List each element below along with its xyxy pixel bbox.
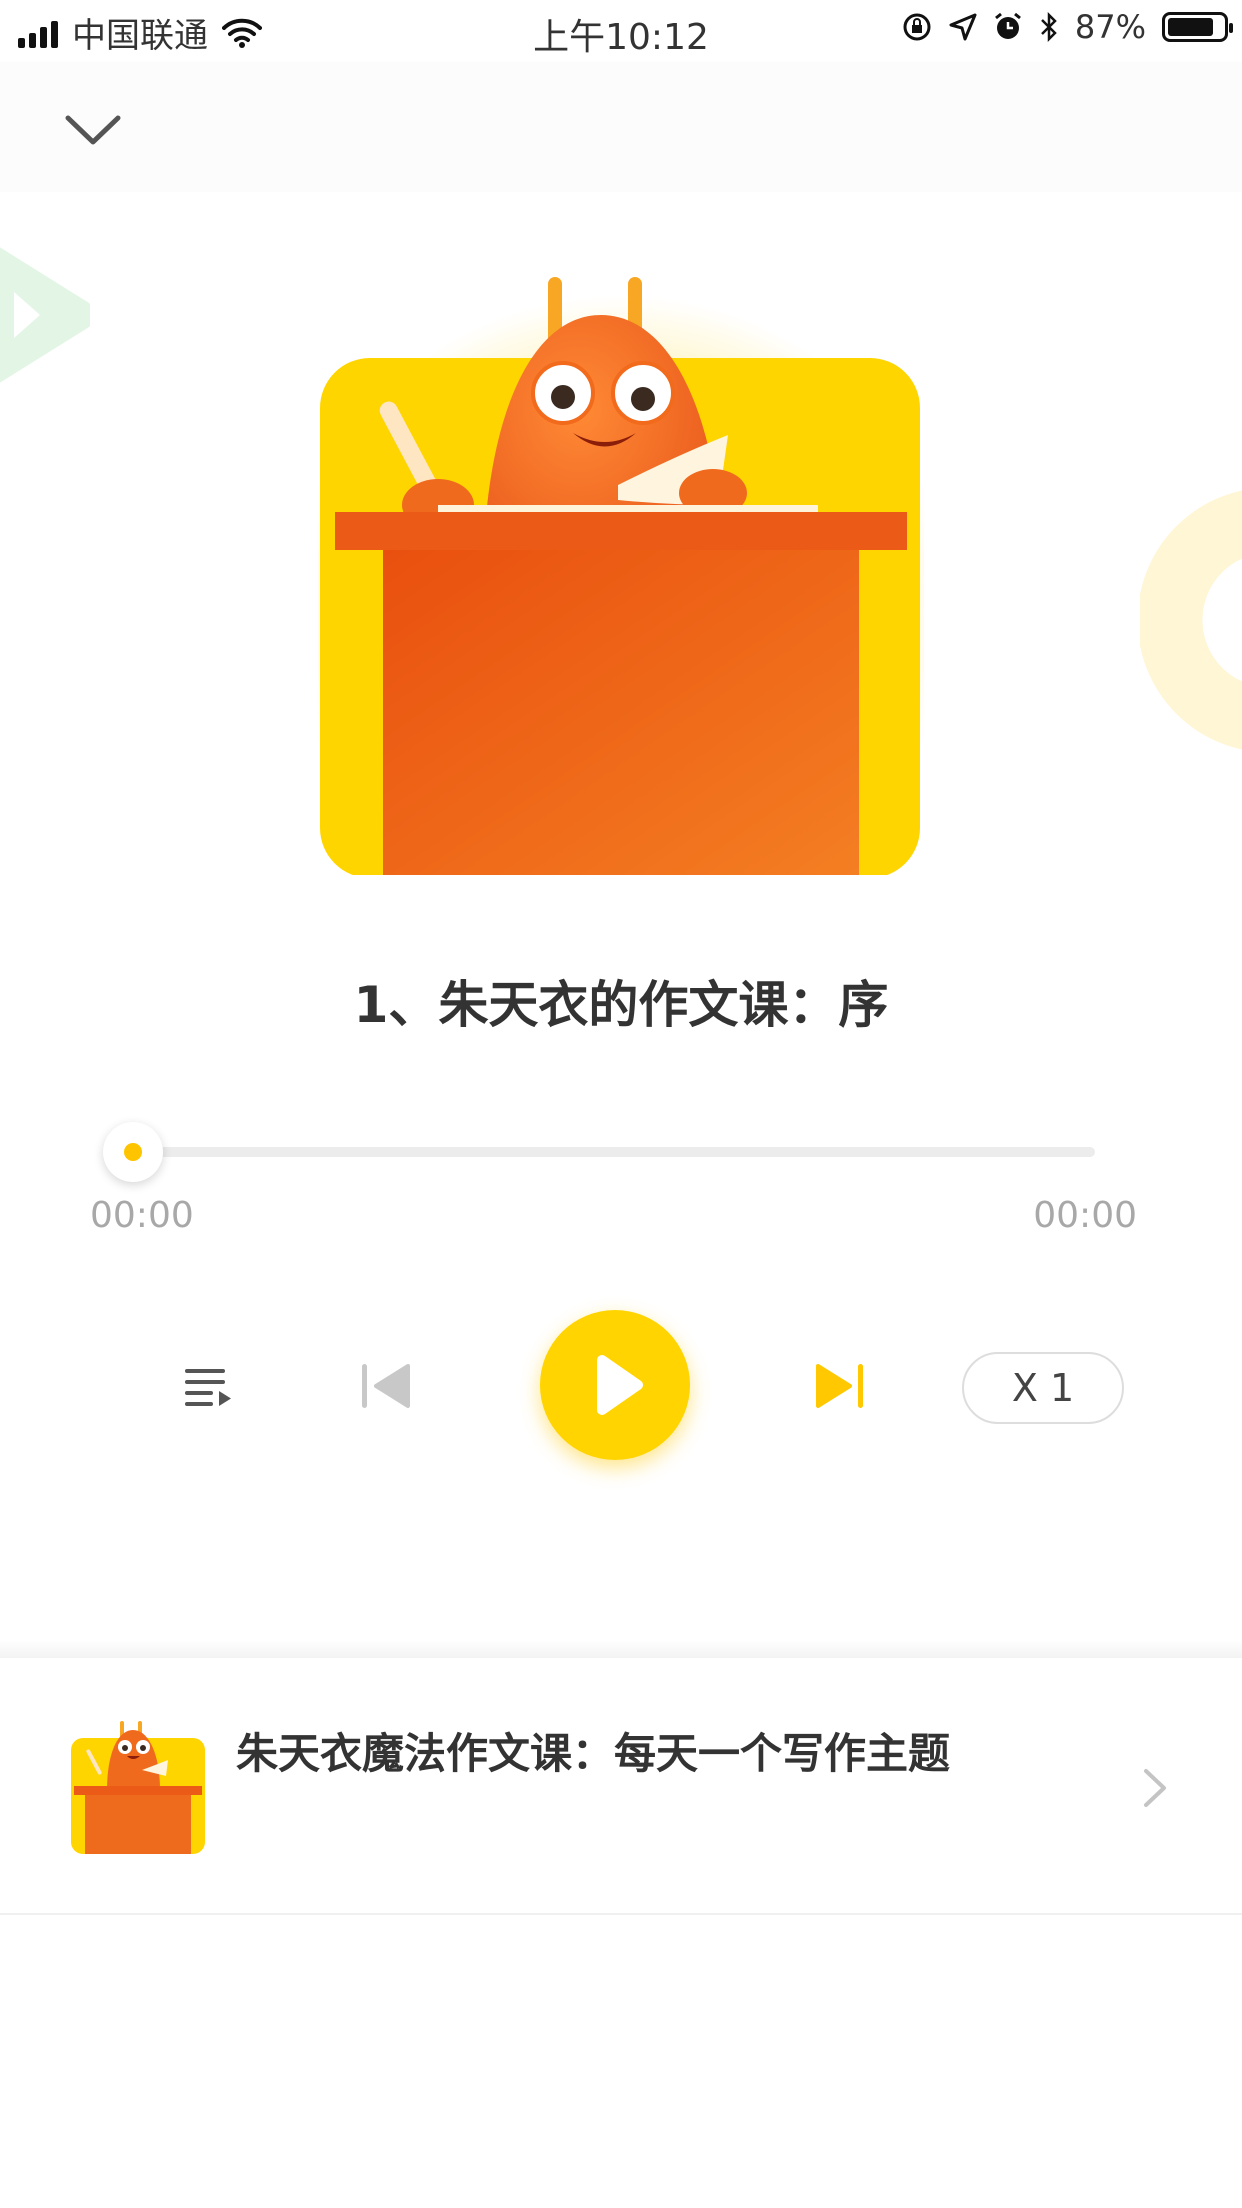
battery-percent: 87% xyxy=(1074,8,1146,46)
alarm-icon xyxy=(994,12,1021,39)
current-time: 00:00 xyxy=(90,1195,194,1236)
course-title: 朱天衣魔法作文课：每天一个写作主题 xyxy=(236,1729,951,1778)
chevron-down-icon xyxy=(65,115,121,145)
bluetooth-icon xyxy=(1040,11,1057,43)
playback-speed-button[interactable]: X 1 xyxy=(962,1352,1124,1424)
decorative-triangle xyxy=(0,247,90,383)
decorative-ring xyxy=(1140,490,1242,750)
section-divider xyxy=(0,1640,1242,1658)
skip-previous-icon xyxy=(362,1364,410,1408)
course-card[interactable]: 朱天衣魔法作文课：每天一个写作主题 xyxy=(0,1658,1242,1915)
location-icon xyxy=(949,13,977,41)
status-right: 87% xyxy=(901,8,1233,46)
next-button[interactable] xyxy=(814,1360,866,1412)
battery-icon xyxy=(1162,12,1233,42)
orientation-lock-icon xyxy=(903,13,931,41)
course-thumbnail xyxy=(71,1721,205,1854)
play-icon xyxy=(597,1355,643,1415)
skip-next-icon xyxy=(816,1364,863,1408)
track-title: 1、朱天衣的作文课：序 xyxy=(353,976,889,1034)
progress-bar[interactable] xyxy=(103,1122,1095,1182)
total-time: 00:00 xyxy=(1033,1195,1137,1236)
chevron-right-icon xyxy=(1144,1769,1166,1807)
status-bar: 中国联通 上午10:12 87% xyxy=(0,0,1242,62)
play-button[interactable] xyxy=(540,1310,690,1460)
progress-thumb[interactable] xyxy=(103,1122,163,1182)
collapse-button[interactable] xyxy=(58,100,128,160)
previous-button[interactable] xyxy=(360,1360,412,1412)
playlist-icon xyxy=(185,1369,231,1406)
album-cover xyxy=(318,277,924,875)
playlist-button[interactable] xyxy=(183,1365,233,1411)
header-bar xyxy=(0,62,1242,192)
